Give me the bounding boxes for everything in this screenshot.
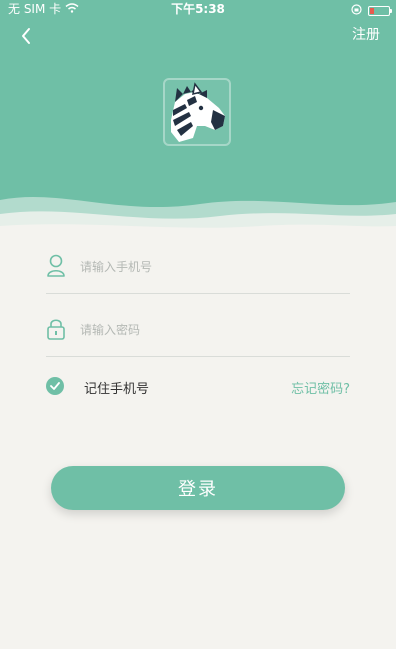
battery-level [370,8,374,14]
chevron-left-icon [22,28,30,44]
remember-row: 记住手机号 忘记密码? [46,376,350,398]
user-icon [46,254,66,278]
forgot-password-link[interactable]: 忘记密码? [291,378,350,397]
password-field [46,305,350,357]
status-time: 下午5:38 [171,2,225,16]
remember-label: 记住手机号 [84,382,150,397]
app-logo [163,78,231,146]
header-wave-decoration [0,196,396,238]
status-right [351,2,392,20]
phone-field [46,242,350,294]
orientation-lock-icon [351,2,362,20]
status-bar: 无 SIM 卡 下午5:38 [0,0,396,18]
header-banner: 无 SIM 卡 下午5:38 注册 [0,0,396,238]
login-button[interactable]: 登录 [51,466,345,510]
register-link[interactable]: 注册 [352,24,380,44]
password-input[interactable] [78,315,342,345]
battery-icon [368,6,392,16]
phone-input[interactable] [78,252,342,282]
back-button[interactable] [14,24,38,48]
zebra-logo-icon [171,82,225,142]
remember-checkbox[interactable] [46,377,64,395]
checkmark-icon [50,382,60,390]
lock-icon [46,317,66,341]
